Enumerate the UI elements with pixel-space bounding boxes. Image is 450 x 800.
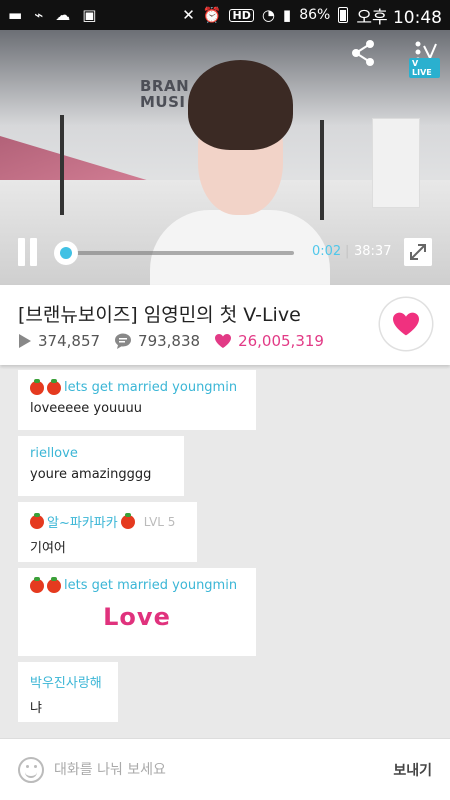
total-time: 38:37 (354, 244, 392, 259)
tomato-icon (30, 576, 44, 593)
likes-stat: 26,005,319 (214, 332, 324, 350)
views-stat: 374,857 (18, 332, 100, 350)
chat-message: lets get married youngmin loveeeee youuu… (18, 370, 256, 430)
light-stand (320, 120, 324, 220)
chat-message: riellove youre amazingggg (18, 436, 184, 496)
tomato-icon (47, 378, 61, 395)
hd-icon: HD (229, 8, 254, 22)
message-icon: ▬ (8, 5, 23, 24)
chat-text: 냐 (30, 701, 42, 716)
emoji-icon[interactable] (18, 756, 44, 783)
chat-username: riellove (30, 446, 78, 461)
chat-message: 알~파카파카 LVL 5 기여어 (18, 502, 197, 562)
play-icon (19, 334, 31, 348)
current-time: 0:02 (312, 244, 342, 259)
comments-stat: 793,838 (114, 332, 200, 350)
likes-count: 26,005,319 (238, 332, 324, 350)
chat-message: 박우진사랑해 냐 (18, 662, 118, 722)
video-title: [브랜뉴보이즈] 임영민의 첫 V-Live (18, 304, 301, 326)
tomato-icon (30, 512, 44, 529)
signal-icon: ▮ (282, 5, 292, 24)
vlive-badge: V LIVE (409, 58, 440, 78)
cloud-icon: ☁ (55, 5, 71, 24)
chat-input-bar: 보내기 (0, 738, 450, 800)
pause-button[interactable] (18, 238, 40, 266)
like-button[interactable] (380, 298, 432, 350)
time-separator: | (345, 244, 350, 259)
mute-icon: ✕ (182, 5, 195, 24)
views-count: 374,857 (38, 332, 101, 350)
chat-text: loveeeee youuuu (30, 401, 142, 416)
love-sticker: Love (103, 603, 171, 631)
share-icon[interactable] (348, 38, 378, 68)
usb-icon: ⌁ (34, 5, 44, 24)
chat-username: 박우진사랑해 (30, 676, 102, 691)
player-controls: 0:02 | 38:37 (0, 232, 450, 272)
battery-icon (338, 7, 349, 23)
chat-text: 기여어 (30, 541, 66, 556)
seek-bar[interactable] (62, 251, 294, 255)
cabinet (372, 118, 420, 208)
seek-thumb[interactable] (54, 241, 78, 265)
wifi-icon: ◔ (261, 5, 275, 24)
tomato-icon (30, 378, 44, 395)
heart-icon (215, 334, 232, 348)
video-stats: 374,857 793,838 26,005,319 (18, 332, 338, 350)
user-level: LVL 5 (143, 514, 176, 529)
tomato-icon (47, 576, 61, 593)
alarm-icon: ⏰ (202, 5, 222, 24)
chat-text: youre amazingggg (30, 467, 152, 482)
gallery-icon: ▣ (82, 5, 97, 24)
comments-count: 793,838 (138, 332, 201, 350)
comment-icon (115, 333, 132, 349)
chat-username: 알~파카파카 LVL 5 (30, 512, 185, 531)
chat-username: lets get married youngmin (30, 378, 244, 395)
tomato-icon (120, 512, 135, 529)
vlive-logo: V LIVE (408, 40, 440, 78)
chat-message: lets get married youngmin Love (18, 568, 256, 656)
heart-icon (393, 312, 419, 336)
chat-input[interactable] (54, 761, 314, 778)
battery-percent: 86% (299, 7, 331, 23)
send-button[interactable]: 보내기 (393, 760, 432, 780)
light-stand (60, 115, 64, 215)
chat-username: lets get married youngmin (30, 576, 244, 593)
chat-list[interactable]: lets get married youngmin loveeeee youuu… (0, 366, 450, 736)
status-bar: ▬ ⌁ ☁ ▣ ✕ ⏰ HD ◔ ▮ 86% 오후 10:48 (0, 0, 450, 30)
clock: 오후 10:48 (356, 7, 442, 28)
fullscreen-icon[interactable] (404, 238, 432, 266)
